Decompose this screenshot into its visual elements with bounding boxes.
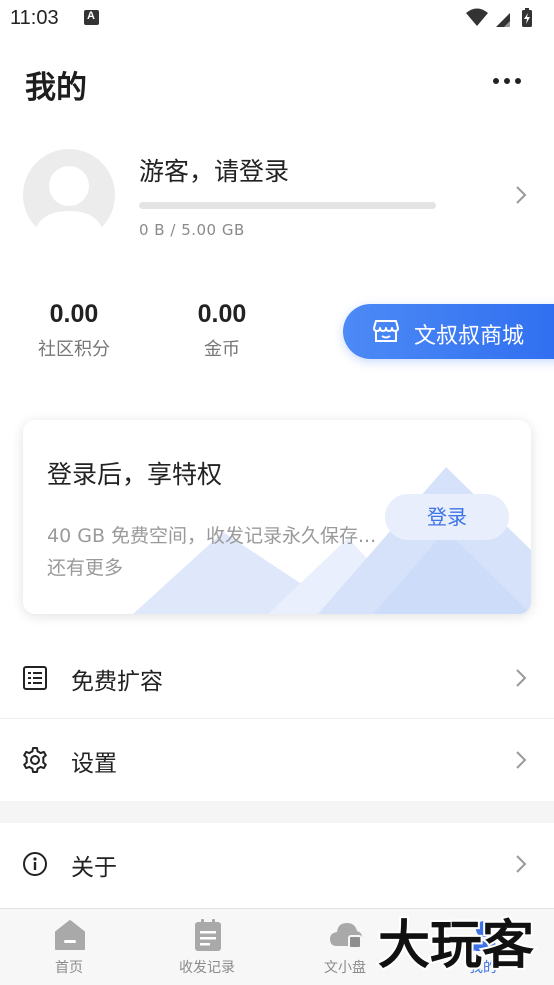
cloud-drive-icon (330, 923, 362, 949)
nav-label: 文小盘 (324, 960, 366, 976)
menu-item-about[interactable]: 关于 (0, 823, 554, 905)
more-dot (515, 78, 521, 84)
nav-label: 我的 (469, 960, 497, 976)
nav-item-records[interactable]: 收发记录 (138, 909, 276, 985)
status-time: 11:03 (10, 7, 59, 29)
chevron-right-icon (516, 855, 527, 873)
status-bar: 11:03 A (0, 0, 554, 38)
card-description: 40 GB 免费空间，收发记录永久保存... 还有更多 (47, 525, 377, 579)
notification-letter: A (87, 10, 95, 22)
battery-icon (522, 8, 532, 27)
nav-item-drive[interactable]: 文小盘 (276, 909, 414, 985)
menu-item-label: 免费扩容 (71, 669, 163, 695)
info-icon (23, 852, 47, 876)
clipboard-icon (195, 919, 221, 951)
wifi-icon (466, 8, 488, 26)
gear-icon (23, 747, 47, 773)
bottom-nav: 首页 收发记录 文小盘 我的 (0, 908, 554, 985)
profile-name: 游客，请登录 (139, 157, 290, 186)
avatar-placeholder-icon (33, 166, 105, 241)
stat-value: 0.00 (197, 300, 247, 328)
nav-label: 首页 (55, 960, 83, 976)
home-icon (55, 920, 85, 950)
menu-item-label: 设置 (71, 751, 117, 777)
page-title: 我的 (25, 70, 87, 106)
chevron-right-icon (516, 751, 527, 769)
more-dot (493, 78, 499, 84)
signal-icon (496, 13, 510, 27)
list-icon (23, 666, 47, 690)
stat-label: 金币 (204, 339, 240, 360)
storage-bar (139, 202, 436, 209)
nav-item-mine[interactable]: 我的 (414, 909, 552, 985)
avatar[interactable] (23, 149, 115, 241)
chevron-right-icon (516, 669, 527, 687)
shop-button[interactable]: 文叔叔商城 (343, 304, 554, 359)
profile-card[interactable]: 游客，请登录 0 B / 5.00 GB (0, 140, 554, 250)
stat-community-points[interactable]: 0.00 社区积分 (19, 300, 129, 361)
shop-label: 文叔叔商城 (414, 324, 525, 349)
stat-coins[interactable]: 0.00 金币 (167, 300, 277, 361)
more-button[interactable] (488, 68, 528, 94)
more-dot (504, 78, 510, 84)
storage-text: 0 B / 5.00 GB (139, 221, 245, 239)
nav-label: 收发记录 (179, 960, 235, 976)
stat-value: 0.00 (49, 300, 99, 328)
section-gap (0, 801, 554, 823)
nav-item-home[interactable]: 首页 (0, 909, 138, 985)
login-button[interactable]: 登录 (385, 494, 509, 540)
card-title: 登录后，享特权 (47, 460, 223, 489)
menu-item-settings[interactable]: 设置 (0, 719, 554, 801)
chevron-right-icon (516, 186, 527, 204)
menu-item-free-expand[interactable]: 免费扩容 (0, 637, 554, 719)
status-icons (466, 8, 532, 27)
login-privileges-card: 登录后，享特权 40 GB 免费空间，收发记录永久保存... 还有更多 登录 (23, 420, 531, 614)
user-icon (470, 921, 498, 951)
store-icon (373, 320, 399, 342)
menu-item-label: 关于 (71, 855, 117, 881)
stat-label: 社区积分 (38, 339, 110, 360)
notification-icon: A (84, 10, 99, 25)
